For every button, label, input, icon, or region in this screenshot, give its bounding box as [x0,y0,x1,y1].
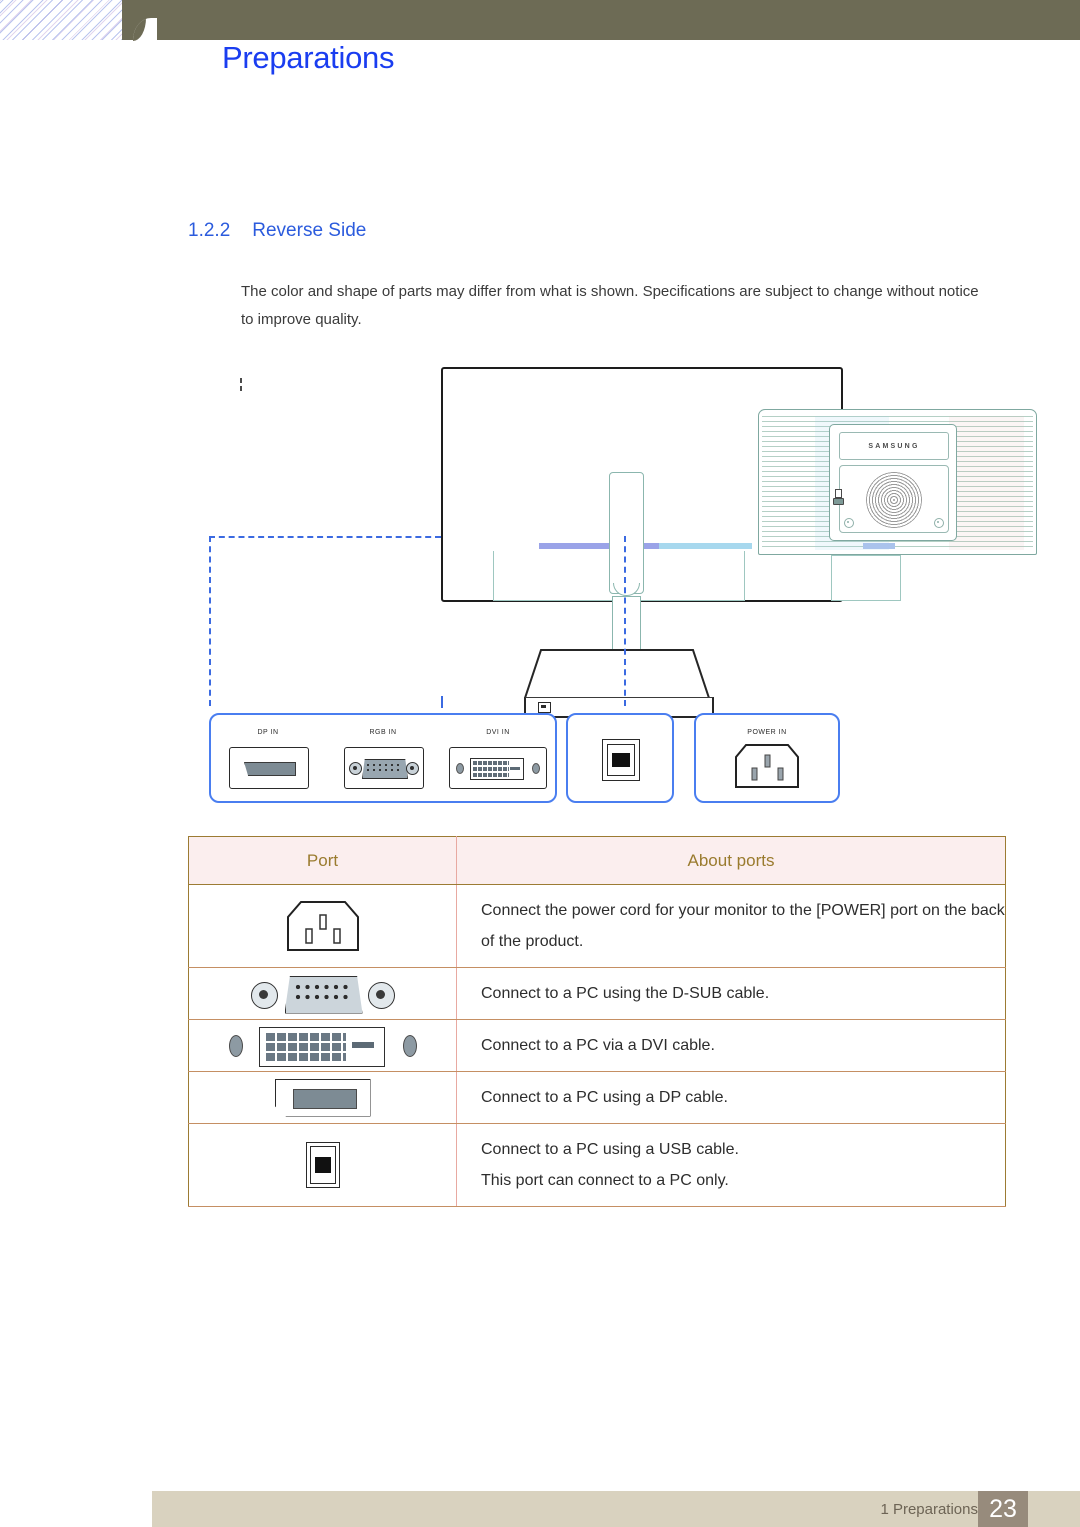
displayport-connector-icon [229,747,309,789]
monitor-center-plate: SAMSUNG [829,424,957,541]
callout-label-power: POWER IN [747,729,787,736]
page-header: Preparations [0,0,1080,120]
base-dot-marks [240,378,242,394]
callout-power-port: POWER IN [694,713,840,803]
vga-dsub-connector-icon [344,747,424,789]
screw-icon [844,518,854,528]
iec-power-inlet-icon [286,901,359,951]
leader-line-left [209,536,211,706]
screw-icon [934,518,944,528]
section-heading: 1.2.2 Reverse Side [188,220,366,242]
section-title: Reverse Side [252,220,367,241]
usb-b-connector-icon [602,739,640,781]
table-row: Connect the power cord for your monitor … [188,884,1006,968]
table-header-about: About ports [456,836,1006,885]
table-header-row: Port About ports [188,836,1006,885]
footer-page-number: 23 [978,1491,1028,1527]
dvi-connector-icon [449,747,547,789]
accent-strip-cyan [659,543,752,549]
port-callouts: DP IN RGB IN DVI IN POWER IN [188,705,1008,805]
header-olive-bar [122,0,1080,40]
table-cell-icon [188,967,457,1020]
leader-line-horizontal [209,536,441,538]
table-row: Connect to a PC using a USB cable. This … [188,1123,1006,1207]
callout-label-dvi: DVI IN [486,729,510,736]
table-cell-description: Connect to a PC using a DP cable. [456,1071,1006,1124]
callout-video-ports: DP IN RGB IN DVI IN [209,713,557,803]
callout-usb-port [566,713,674,803]
page-title: Preparations [222,40,395,75]
table-cell-description: Connect to a PC using the D-SUB cable. [456,967,1006,1020]
table-row: Connect to a PC via a DVI cable. [188,1019,1006,1072]
vga-dsub-connector-icon [249,974,397,1014]
dvi-connector-icon [228,1025,417,1067]
vent-tint-right [949,416,1024,550]
table-cell-line: This port can connect to a PC only. [481,1172,729,1189]
section-number: 1.2.2 [188,220,231,241]
fan-grille-icon [866,472,922,528]
stand-base-outline [524,649,710,699]
table-cell-description: Connect the power cord for your monitor … [456,884,1006,968]
page-footer: 1 Preparations 23 [152,1491,1080,1527]
table-cell-line: Connect to a PC using a USB cable. [481,1141,739,1158]
section-note: The color and shape of parts may differ … [241,283,979,328]
table-header-port: Port [188,836,457,885]
vesa-mount-box [839,465,949,533]
callout-label-rgb: RGB IN [369,729,397,736]
table-cell-description: Connect to a PC using a USB cable. This … [456,1123,1006,1207]
table-row: Connect to a PC using a DP cable. [188,1071,1006,1124]
leader-line-right [624,536,626,706]
header-swoosh-notch [133,18,157,41]
table-cell-description: Connect to a PC via a DVI cable. [456,1019,1006,1072]
monitor-back-panel: SAMSUNG [758,409,1037,555]
iec-power-inlet-icon [735,744,799,788]
kensington-lock-icon [833,489,844,505]
brand-logo-plate: SAMSUNG [839,432,949,460]
table-cell-icon [188,1071,457,1124]
accent-strip-small [863,543,895,549]
usb-b-connector-icon [305,1142,340,1188]
monitor-side-panel [831,555,901,601]
table-cell-icon [188,1123,457,1207]
stand-neck-upper [609,472,644,596]
callout-label-dp: DP IN [257,729,279,736]
table-cell-icon [188,884,457,968]
table-row: Connect to a PC using the D-SUB cable. [188,967,1006,1020]
table-cell-icon [188,1019,457,1072]
samsung-logo-text: SAMSUNG [868,442,920,450]
footer-chapter-label: 1 Preparations [880,1501,978,1518]
displayport-connector-icon [274,1078,371,1117]
ports-table: Port About ports Connect the power cord … [188,836,1006,1207]
